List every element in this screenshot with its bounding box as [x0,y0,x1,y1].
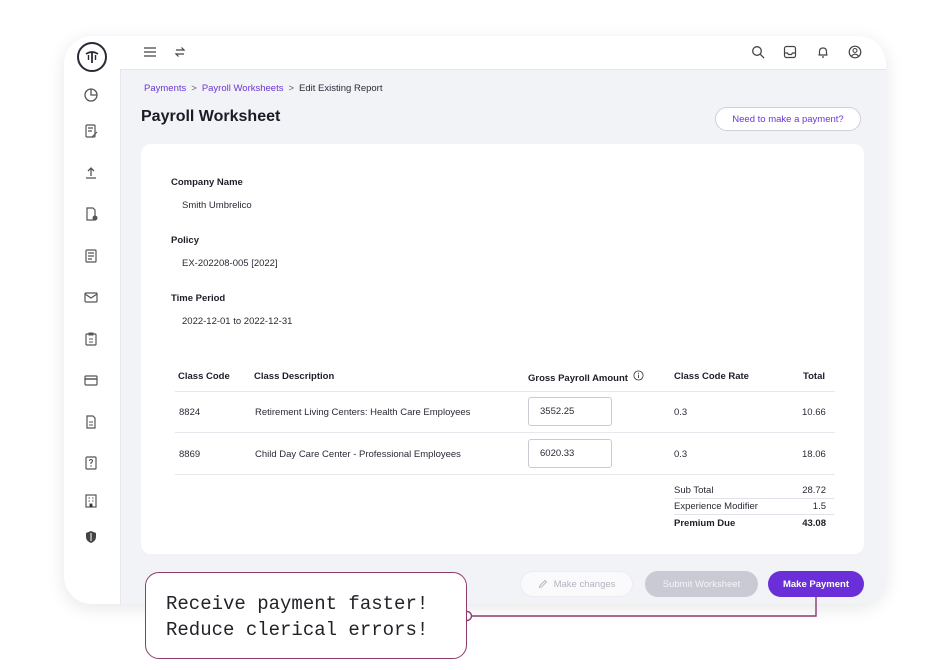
header-class-description: Class Description [254,371,335,382]
info-icon[interactable] [633,368,644,381]
callout-line-1: Receive payment faster! [166,593,429,615]
swap-icon[interactable] [170,42,190,62]
summary-divider [674,514,834,515]
search-icon[interactable] [748,42,768,62]
breadcrumb-separator: > [191,83,197,94]
page-title: Payroll Worksheet [141,108,281,125]
menu-icon[interactable] [140,42,160,62]
subtotal-value: 28.72 [802,485,826,496]
time-period-label: Time Period [171,293,226,304]
submit-worksheet-button[interactable]: Submit Worksheet [645,571,758,597]
policy-label: Policy [171,235,199,246]
experience-modifier-value: 1.5 [812,501,826,512]
table-divider [175,391,835,392]
breadcrumb-payroll-worksheets[interactable]: Payroll Worksheets [202,83,284,94]
header-class-code-rate: Class Code Rate [674,371,749,382]
make-changes-label: Make changes [553,578,616,590]
row-1-class-description: Retirement Living Centers: Health Care E… [255,407,471,418]
user-icon[interactable] [845,42,865,62]
row-1-class-code: 8824 [179,407,201,418]
row-2-gross-input[interactable]: 6020.33 [528,439,612,468]
worksheet-card: Company Name Smith Umbrelico Policy EX-2… [141,144,864,554]
policy-value: EX-202208-005 [2022] [182,258,278,269]
inbox-icon[interactable] [780,42,800,62]
header-total: Total [803,371,825,382]
table-divider [175,474,835,475]
row-2-total: 18.06 [802,449,826,460]
document-shield-icon[interactable] [80,203,102,225]
credit-card-icon[interactable] [80,369,102,391]
subtotal-label: Sub Total [674,485,714,496]
document-list-icon[interactable] [80,245,102,267]
row-2-rate: 0.3 [674,449,688,460]
breadcrumb: Payments > Payroll Worksheets > Edit Exi… [144,83,382,94]
breadcrumb-payments[interactable]: Payments [144,83,186,94]
clipboard-icon[interactable] [80,328,102,350]
upload-icon[interactable] [80,162,102,184]
file-icon[interactable] [80,411,102,433]
mail-icon[interactable] [80,286,102,308]
shield-icon[interactable] [80,526,102,548]
pie-chart-icon[interactable] [80,84,102,106]
company-name-value: Smith Umbrelico [182,200,252,211]
breadcrumb-current: Edit Existing Report [299,83,383,94]
header-class-code: Class Code [178,371,230,382]
row-1-rate: 0.3 [674,407,688,418]
logo-mark-icon [85,51,99,63]
row-2-class-code: 8869 [179,449,201,460]
help-icon[interactable] [80,452,102,474]
premium-due-label: Premium Due [674,518,736,529]
summary-divider [674,498,834,499]
premium-due-value: 43.08 [802,518,826,529]
time-period-value: 2022-12-01 to 2022-12-31 [182,316,293,327]
row-1-gross-input[interactable]: 3552.25 [528,397,612,426]
row-1-total: 10.66 [802,407,826,418]
experience-modifier-label: Experience Modifier [674,501,758,512]
header-gross-payroll: Gross Payroll Amount [528,373,628,384]
sidebar [64,36,121,604]
pencil-icon [538,579,547,589]
app-window: Payments > Payroll Worksheets > Edit Exi… [64,36,886,604]
need-payment-button[interactable]: Need to make a payment? [715,107,861,131]
make-payment-button[interactable]: Make Payment [768,571,864,597]
row-2-class-description: Child Day Care Center - Professional Emp… [255,449,461,460]
make-changes-button[interactable]: Make changes [520,571,633,597]
callout-box: Receive payment faster! Reduce clerical … [145,572,467,659]
breadcrumb-separator: > [288,83,295,94]
top-bar [120,36,886,70]
callout-line-2: Reduce clerical errors! [166,619,429,641]
company-name-label: Company Name [171,177,243,188]
table-divider [175,432,835,433]
document-edit-icon[interactable] [80,120,102,142]
bell-icon[interactable] [813,42,833,62]
logo[interactable] [77,42,107,72]
building-icon[interactable] [80,490,102,512]
